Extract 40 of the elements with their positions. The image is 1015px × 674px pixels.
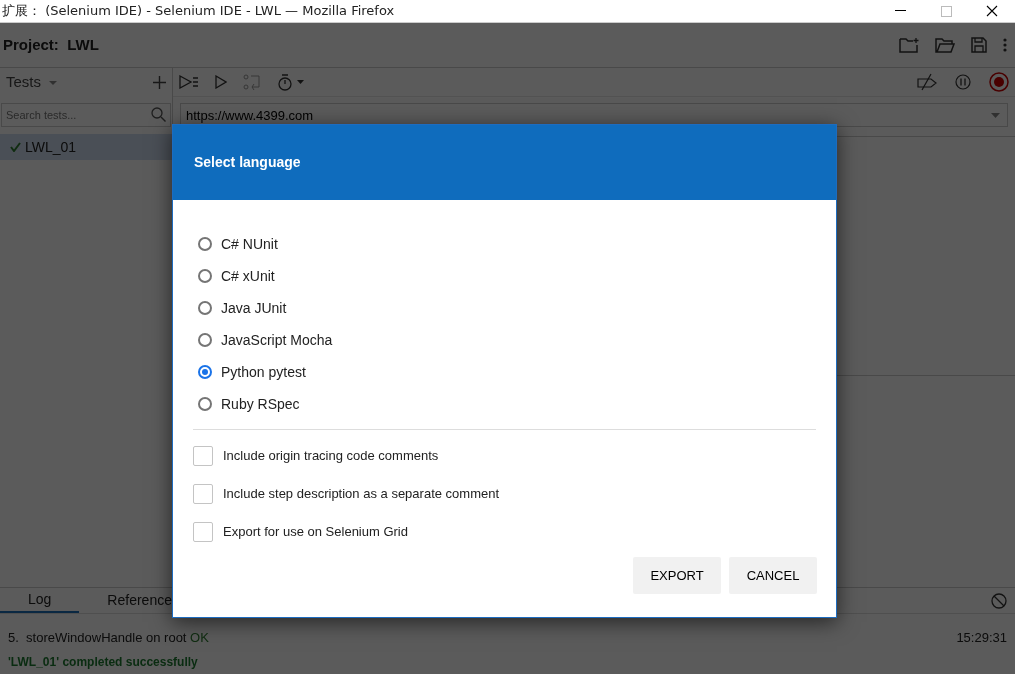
timer-icon[interactable] xyxy=(277,73,293,91)
language-radio[interactable]: Python pytest xyxy=(173,356,816,388)
cancel-button[interactable]: CANCEL xyxy=(729,557,817,594)
caret-icon xyxy=(991,113,1000,118)
dialog-title: Select language xyxy=(194,153,301,172)
language-radio[interactable]: Java JUnit xyxy=(173,292,816,324)
save-icon[interactable] xyxy=(971,37,987,53)
checkbox[interactable] xyxy=(193,446,213,466)
checkbox-label: Export for use on Selenium Grid xyxy=(223,523,408,542)
checkbox-label: Include step description as a separate comment xyxy=(223,485,500,504)
close-icon[interactable] xyxy=(986,5,998,17)
more-icon[interactable] xyxy=(1003,38,1007,52)
new-folder-icon[interactable] xyxy=(899,37,919,53)
maximize-icon[interactable] xyxy=(940,5,952,17)
add-icon[interactable] xyxy=(153,76,166,89)
folder-icon[interactable] xyxy=(935,37,955,53)
run-all-icon[interactable] xyxy=(179,75,199,89)
minimize-icon[interactable] xyxy=(894,10,906,12)
log-time: 15:29:31 xyxy=(956,629,1007,648)
search-icon[interactable] xyxy=(151,107,166,122)
pause-icon[interactable] xyxy=(955,74,971,90)
project-title: Project: LWL xyxy=(3,34,99,55)
play-icon[interactable] xyxy=(215,75,227,89)
log-summary: 'LWL_01' completed successfully xyxy=(8,654,198,671)
checkbox[interactable] xyxy=(193,522,213,542)
language-radio[interactable]: JavaScript Mocha xyxy=(173,324,816,356)
language-radio[interactable]: C# NUnit xyxy=(173,228,816,260)
caret-icon[interactable] xyxy=(297,80,304,84)
caret-icon xyxy=(49,80,57,85)
checkbox[interactable] xyxy=(193,484,213,504)
window-title: 扩展： (Selenium IDE) - Selenium IDE - LWL — Mozilla Firefox xyxy=(1,2,395,20)
step-icon[interactable] xyxy=(243,74,261,90)
log-entry: 5. storeWindowHandle on root OK xyxy=(8,629,209,648)
checkbox-label: Include origin tracing code comments xyxy=(223,447,439,466)
export-button[interactable]: EXPORT xyxy=(633,557,721,594)
language-radio[interactable]: C# xUnit xyxy=(173,260,816,292)
record-icon[interactable] xyxy=(989,72,1009,92)
disable-breakpoints-icon[interactable] xyxy=(917,73,937,91)
clear-icon[interactable] xyxy=(991,592,1007,609)
language-radio[interactable]: Ruby RSpec xyxy=(173,388,816,420)
